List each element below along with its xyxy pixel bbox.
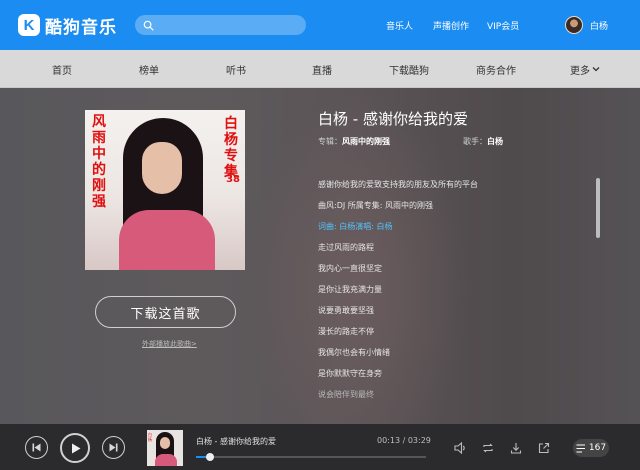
cover-number: 38 <box>226 174 240 185</box>
singer-name-link[interactable]: 白杨 <box>487 137 503 146</box>
song-page: 风雨中的刚强 白杨专集 38 下载这首歌 外部播放此歌曲> 白杨 - 感谢你给我… <box>0 88 640 424</box>
album-label: 专辑： <box>318 137 342 146</box>
lyric-line: 感谢你给我的爱致支持我的朋友及所有的平台 <box>318 180 478 189</box>
lyric-line: 曲风:DJ 所属专集: 风雨中的刚强 <box>318 201 433 210</box>
kugou-logo[interactable]: K 酷狗音乐 <box>18 13 117 38</box>
lyric-line: 是你默默守在身旁 <box>318 369 382 378</box>
subnav-more[interactable]: 更多 <box>570 50 600 88</box>
playback-time: 00:13 / 03:29 <box>377 436 431 445</box>
thumbnail-portrait-body <box>155 454 177 466</box>
volume-icon[interactable] <box>453 441 467 455</box>
lyric-line: 漫长的路走不停 <box>318 327 374 336</box>
logo-badge-icon: K <box>18 14 40 36</box>
cover-portrait-face <box>142 142 182 194</box>
subnav-home[interactable]: 首页 <box>52 50 72 88</box>
nav-creation-label: 声播创作 <box>433 21 470 32</box>
search-icon[interactable] <box>143 20 154 31</box>
loop-icon[interactable] <box>481 441 495 455</box>
download-icon[interactable] <box>509 441 523 455</box>
search-input[interactable] <box>135 15 306 35</box>
subnav-audiobook[interactable]: 听书 <box>226 50 246 88</box>
nav-vip-label: VIP会员 <box>487 21 520 32</box>
next-icon <box>109 443 118 452</box>
song-title: 白杨 - 感谢你给我的爱 <box>318 110 468 128</box>
subnav-download[interactable]: 下载酷狗 <box>389 50 429 88</box>
lyrics-scrollbar[interactable] <box>596 178 600 238</box>
now-playing-title: 白杨 - 感谢你给我的爱 <box>196 437 276 446</box>
cover-text-series: 白杨专集 <box>224 116 238 180</box>
next-button[interactable] <box>102 436 125 459</box>
avatar[interactable] <box>565 16 583 34</box>
lyrics-panel: 感谢你给我的爱致支持我的朋友及所有的平台 曲风:DJ 所属专集: 风雨中的刚强 … <box>318 179 478 410</box>
album-cover: 风雨中的刚强 白杨专集 38 <box>85 110 245 270</box>
cover-portrait-body <box>119 210 215 270</box>
total-time: 03:29 <box>407 436 431 445</box>
nav-vip[interactable]: VIP会员 <box>487 0 519 50</box>
thumbnail-portrait-face <box>160 437 170 449</box>
top-header: K 酷狗音乐 音乐人 声播创作 VIP会员 白杨 <box>0 0 640 50</box>
sub-navigation: 首页 榜单 听书 直播 下载酷狗 商务合作 更多 <box>0 50 640 88</box>
album-name-link[interactable]: 风雨中的刚强 <box>342 137 390 146</box>
subnav-more-label: 更多 <box>570 65 590 77</box>
progress-bar[interactable] <box>196 453 426 461</box>
play-button[interactable] <box>60 433 90 463</box>
share-icon[interactable] <box>537 441 551 455</box>
previous-button[interactable] <box>25 436 48 459</box>
playlist-icon <box>576 444 585 452</box>
playlist-count: 167 <box>588 443 607 453</box>
lyric-line: 我内心一直很坚定 <box>318 264 382 273</box>
external-play-link[interactable]: 外部播放此歌曲> <box>142 339 197 349</box>
lyric-line: 说要勇敢要坚强 <box>318 306 374 315</box>
lyric-line-active: 词曲: 白杨演唱: 白杨 <box>318 222 393 231</box>
chevron-down-icon <box>592 67 600 72</box>
lyric-line: 是你让我充满力量 <box>318 285 382 294</box>
previous-icon <box>32 443 41 452</box>
current-time: 00:13 <box>377 436 401 445</box>
lyric-line: 走过风雨的路程 <box>318 243 374 252</box>
singer-meta: 歌手：白杨 <box>463 136 503 147</box>
cover-text-album: 风雨中的刚强 <box>92 114 106 210</box>
play-icon <box>71 443 80 453</box>
logo-text: 酷狗音乐 <box>45 17 117 38</box>
download-song-button[interactable]: 下载这首歌 <box>95 296 236 328</box>
lyric-line: 我偶尔也会有小情绪 <box>318 348 390 357</box>
thumbnail-text: 白杨 <box>148 432 152 442</box>
subnav-business[interactable]: 商务合作 <box>476 50 516 88</box>
playlist-button[interactable]: 167 <box>573 439 609 457</box>
now-playing-thumbnail[interactable]: 白杨 <box>147 430 183 466</box>
lyric-line: 说会陪伴到最终 <box>318 390 374 399</box>
subnav-live[interactable]: 直播 <box>312 50 332 88</box>
album-meta: 专辑：风雨中的刚强 <box>318 136 390 147</box>
nav-musician-label: 音乐人 <box>386 21 414 32</box>
nav-musician[interactable]: 音乐人 <box>386 0 413 50</box>
singer-label: 歌手： <box>463 137 487 146</box>
subnav-charts[interactable]: 榜单 <box>139 50 159 88</box>
nav-creation[interactable]: 声播创作 <box>433 0 469 50</box>
user-name[interactable]: 白杨 <box>590 0 608 50</box>
